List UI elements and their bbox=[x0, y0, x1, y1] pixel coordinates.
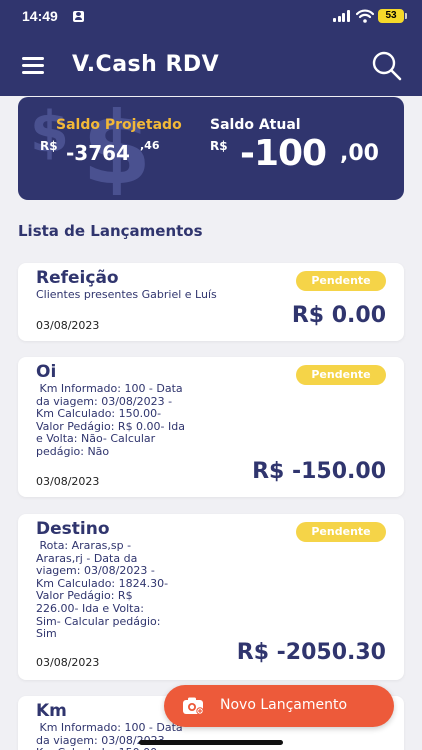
entry-description: Km Informado: 100 - Data da viagem: 03/0… bbox=[36, 721, 183, 750]
current-balance-label: Saldo Atual bbox=[210, 117, 301, 133]
projected-balance-value: -3764 bbox=[66, 141, 130, 165]
app-bar: V.Cash RDV bbox=[0, 34, 422, 96]
projected-currency: R$ bbox=[40, 139, 58, 153]
status-badge: Pendente bbox=[296, 365, 386, 385]
entry-amount: R$ -2050.30 bbox=[236, 640, 386, 665]
entry-date: 03/08/2023 bbox=[36, 319, 100, 332]
new-entry-label: Novo Lançamento bbox=[220, 697, 348, 713]
entry-description: Clientes presentes Gabriel e Luís bbox=[36, 288, 217, 301]
entry-name: Refeição bbox=[36, 268, 119, 288]
search-icon[interactable] bbox=[370, 50, 404, 82]
entry-description: Km Informado: 100 - Data da viagem: 03/0… bbox=[36, 382, 185, 458]
battery-icon: 53 bbox=[378, 9, 407, 23]
list-item[interactable]: Oi Pendente Km Informado: 100 - Data da … bbox=[18, 357, 404, 497]
entry-name: Km bbox=[36, 701, 67, 721]
cellular-signal-icon bbox=[333, 10, 350, 22]
current-balance-cents: ,00 bbox=[340, 141, 379, 166]
status-time: 14:49 bbox=[22, 8, 58, 24]
entry-name: Destino bbox=[36, 519, 110, 539]
list-title: Lista de Lançamentos bbox=[18, 222, 203, 240]
status-badge: Pendente bbox=[296, 271, 386, 291]
projected-balance-label: Saldo Projetado bbox=[56, 117, 182, 133]
projected-balance-cents: ,46 bbox=[140, 139, 160, 152]
app-title: V.Cash RDV bbox=[72, 52, 220, 77]
entry-date: 03/08/2023 bbox=[36, 656, 100, 669]
hamburger-menu-icon[interactable] bbox=[22, 55, 46, 75]
home-indicator bbox=[139, 740, 283, 745]
status-badge: Pendente bbox=[296, 522, 386, 542]
new-entry-button[interactable]: Novo Lançamento bbox=[164, 685, 394, 727]
list-item[interactable]: Destino Pendente Rota: Araras,sp - Arara… bbox=[18, 514, 404, 680]
current-balance-value: -100 bbox=[240, 133, 327, 174]
current-currency: R$ bbox=[210, 139, 228, 153]
wifi-icon bbox=[356, 9, 374, 23]
camera-icon bbox=[183, 697, 204, 715]
entry-name: Oi bbox=[36, 362, 57, 382]
list-item[interactable]: Refeição Pendente Clientes presentes Gab… bbox=[18, 263, 404, 341]
entry-amount: R$ 0.00 bbox=[291, 303, 386, 328]
entry-description: Rota: Araras,sp - Araras,rj - Data da vi… bbox=[36, 539, 169, 641]
status-bar: 14:49 53 bbox=[0, 0, 422, 34]
balance-card: $ $ Saldo Projetado R$ -3764 ,46 Saldo A… bbox=[18, 97, 404, 200]
entry-date: 03/08/2023 bbox=[36, 475, 100, 488]
person-icon bbox=[73, 11, 84, 22]
entry-amount: R$ -150.00 bbox=[252, 459, 386, 484]
